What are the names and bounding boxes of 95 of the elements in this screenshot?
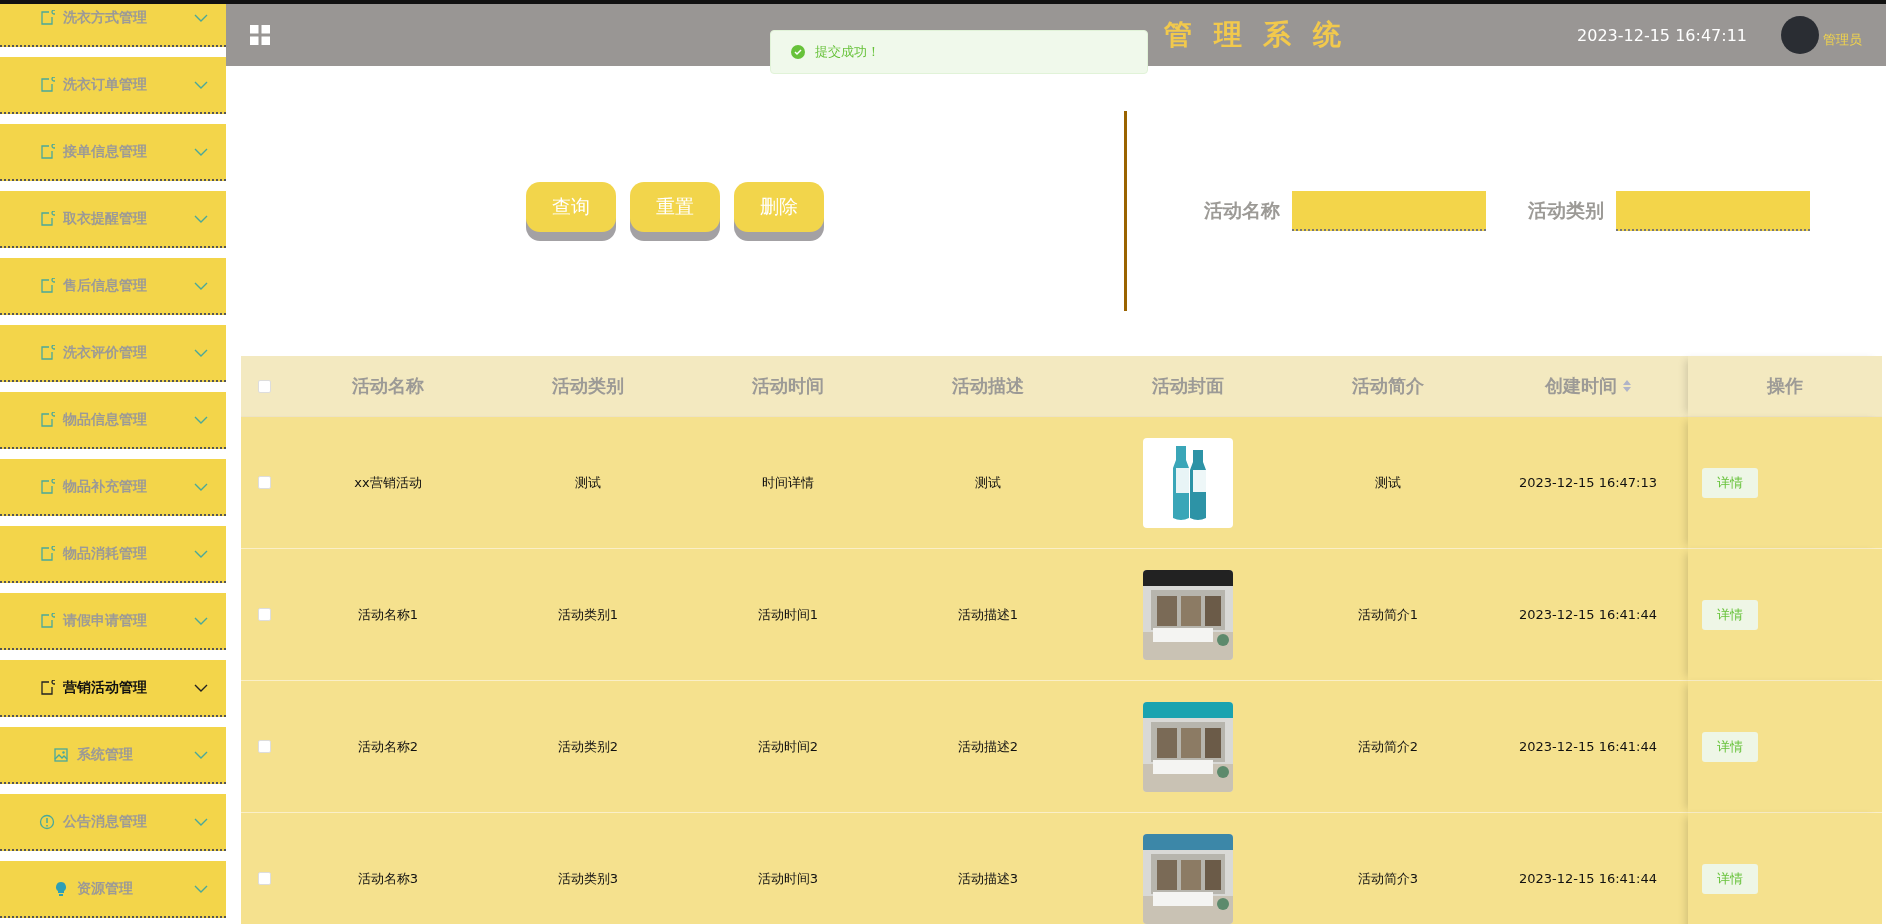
table-cell: 活动名称1 — [357, 605, 419, 624]
table-cell: 2023-12-15 16:41:44 — [1518, 871, 1658, 886]
table-cell: 测试 — [975, 473, 1001, 492]
table-cell: 活动简介3 — [1357, 869, 1419, 888]
chevron-down-icon — [194, 818, 208, 827]
document-icon — [39, 9, 55, 26]
sidebar-item[interactable]: 售后信息管理 — [0, 258, 226, 315]
document-icon — [39, 344, 55, 361]
sidebar-item[interactable]: 取衣提醒管理 — [0, 191, 226, 248]
input-field[interactable] — [1291, 191, 1486, 231]
chevron-down-icon — [194, 751, 208, 760]
column-header: 活动类别 — [552, 374, 624, 398]
table-cell: 测试 — [1375, 473, 1401, 492]
chevron-down-icon — [194, 282, 208, 291]
document-icon — [39, 478, 55, 495]
table-cell: 活动简介2 — [1357, 737, 1419, 756]
toast-message: 提交成功！ — [815, 43, 880, 61]
document-icon — [39, 679, 55, 696]
sidebar-item[interactable]: 洗衣评价管理 — [0, 325, 226, 382]
detail-button[interactable]: 详情 — [1702, 599, 1758, 630]
detail-button[interactable]: 详情 — [1702, 467, 1758, 498]
table-cell: 2023-12-15 16:41:44 — [1518, 739, 1658, 754]
table-cell: 时间详情 — [762, 473, 814, 492]
table-cell: 活动类别3 — [557, 869, 619, 888]
chevron-down-icon — [194, 14, 208, 23]
chevron-down-icon — [194, 617, 208, 626]
sidebar-item[interactable]: 系统管理 — [0, 727, 226, 784]
column-header: 活动封面 — [1152, 374, 1224, 398]
column-header: 创建时间 — [1545, 374, 1617, 398]
input-field[interactable] — [1615, 191, 1810, 231]
chevron-down-icon — [194, 416, 208, 425]
datetime: 2023-12-15 16:47:11 — [1577, 25, 1747, 45]
table-cell: 活动简介1 — [1357, 605, 1419, 624]
chevron-down-icon — [194, 550, 208, 559]
column-header: 活动简介 — [1352, 374, 1424, 398]
table-cell: 活动类别2 — [557, 737, 619, 756]
table-cell: 活动名称2 — [357, 737, 419, 756]
document-icon — [39, 210, 55, 227]
chevron-down-icon — [194, 349, 208, 358]
sidebar-item[interactable]: 请假申请管理 — [0, 593, 226, 650]
sidebar-item[interactable]: 资源管理 — [0, 861, 226, 918]
check-circle-icon — [791, 45, 805, 59]
table-cell: 活动时间1 — [757, 605, 819, 624]
app-title: 管 理 系 统 — [1163, 17, 1348, 53]
checkbox[interactable] — [258, 476, 271, 489]
checkbox[interactable] — [258, 740, 271, 753]
document-icon — [39, 411, 55, 428]
avatar[interactable] — [1781, 16, 1819, 54]
table-cell: xx营销活动 — [354, 473, 422, 492]
column-header: 活动名称 — [352, 374, 424, 398]
column-header: 活动描述 — [952, 374, 1024, 398]
detail-button[interactable]: 详情 — [1702, 731, 1758, 762]
table-cell: 2023-12-15 16:41:44 — [1518, 607, 1658, 622]
column-header: 活动时间 — [752, 374, 824, 398]
document-icon — [39, 76, 55, 93]
grid-icon[interactable] — [250, 25, 270, 45]
column-header: 操作 — [1767, 374, 1803, 398]
table-cell: 活动描述2 — [957, 737, 1019, 756]
table-cell: 活动描述3 — [957, 869, 1019, 888]
table-cell: 活动类别1 — [557, 605, 619, 624]
chevron-down-icon — [194, 215, 208, 224]
alert-icon — [39, 813, 55, 830]
table-cell: 活动时间3 — [757, 869, 819, 888]
sidebar-item[interactable]: 洗衣订单管理 — [0, 57, 226, 114]
chevron-down-icon — [194, 148, 208, 157]
sidebar-item[interactable]: 洗衣方式管理 — [0, 4, 226, 47]
checkbox[interactable] — [258, 872, 271, 885]
sidebar-item[interactable]: 物品信息管理 — [0, 392, 226, 449]
filter-label: 活动类别 — [1527, 198, 1604, 223]
checkbox[interactable] — [258, 379, 271, 393]
bulb-icon — [53, 880, 69, 897]
table-cell: 活动时间2 — [757, 737, 819, 756]
table-cell: 活动描述1 — [957, 605, 1019, 624]
user-name[interactable]: 管理员 — [1823, 31, 1862, 49]
checkbox[interactable] — [258, 608, 271, 621]
chevron-down-icon — [194, 483, 208, 492]
document-icon — [39, 143, 55, 160]
document-icon — [39, 612, 55, 629]
sidebar-item[interactable]: 物品消耗管理 — [0, 526, 226, 583]
chevron-down-icon — [194, 684, 208, 693]
sidebar-item[interactable]: 公告消息管理 — [0, 794, 226, 851]
document-icon — [39, 545, 55, 562]
table-cell: 活动名称3 — [357, 869, 419, 888]
sidebar-item[interactable]: 物品补充管理 — [0, 459, 226, 516]
document-icon — [39, 277, 55, 294]
filter-label: 活动名称 — [1203, 198, 1280, 223]
detail-button[interactable]: 详情 — [1702, 863, 1758, 894]
sidebar-item[interactable]: 营销活动管理 — [0, 660, 226, 717]
table-cell: 测试 — [575, 473, 601, 492]
sidebar-item[interactable]: 接单信息管理 — [0, 124, 226, 181]
chevron-down-icon — [194, 81, 208, 90]
table-cell: 2023-12-15 16:47:13 — [1518, 475, 1658, 490]
chevron-down-icon — [194, 885, 208, 894]
image-icon — [53, 746, 69, 763]
sort-icon[interactable] — [1623, 380, 1631, 392]
